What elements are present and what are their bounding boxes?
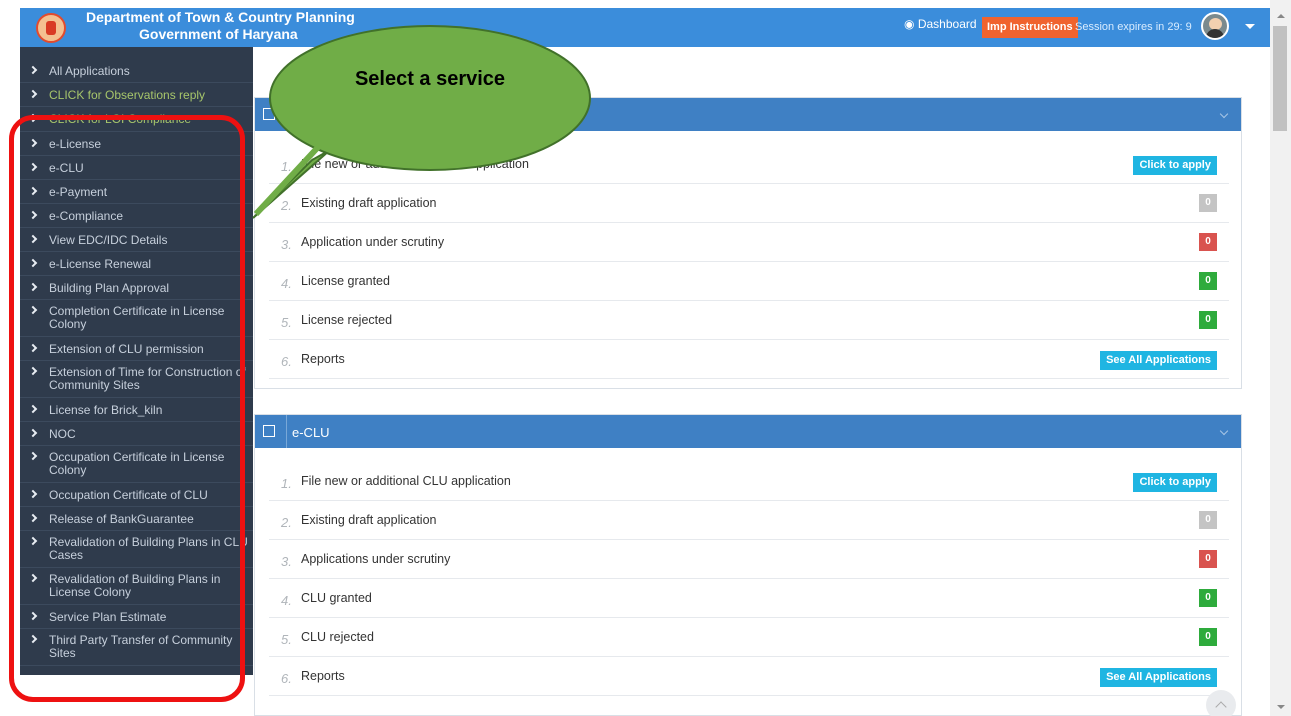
dashboard-label: Dashboard (917, 17, 977, 31)
chevron-down-icon[interactable] (1245, 24, 1255, 29)
row-number: 2. (281, 198, 292, 213)
dashboard-icon: ◉ (904, 17, 915, 31)
session-timer: Session expires in 29: 9 (1075, 21, 1192, 33)
table-row: 4. CLU granted 0 (269, 579, 1229, 618)
row-number: 1. (281, 159, 292, 174)
top-header: Department of Town & Country Planning Go… (0, 0, 1270, 47)
haryana-emblem-icon (36, 13, 66, 43)
table-row: 6. Reports See All Applications (269, 657, 1229, 696)
row-label: Applications under scrutiny (301, 552, 451, 566)
clu-panel-title: e-CLU (292, 425, 330, 440)
row-number: 5. (281, 632, 292, 647)
count-badge[interactable]: 0 (1199, 628, 1217, 646)
row-number: 6. (281, 671, 292, 686)
checkbox-icon (263, 425, 275, 437)
sidebar-item[interactable]: All Applications (20, 59, 253, 83)
annotation-highlight-box (9, 115, 245, 702)
page: Department of Town & Country Planning Go… (0, 0, 1291, 716)
clu-panel-header[interactable]: e-CLU (255, 415, 1241, 448)
row-label: Application under scrutiny (301, 235, 445, 249)
chevron-right-icon (28, 65, 38, 75)
table-row: 2. Existing draft application 0 (269, 501, 1229, 540)
table-row: 6. Reports See All Applications (269, 340, 1229, 379)
scrollbar-thumb[interactable] (1273, 26, 1287, 131)
count-badge[interactable]: 0 (1199, 311, 1217, 329)
click-to-apply-button[interactable]: Click to apply (1133, 473, 1217, 492)
click-to-apply-button[interactable]: Click to apply (1133, 156, 1217, 175)
count-badge[interactable]: 0 (1199, 511, 1217, 529)
row-label: CLU granted (301, 591, 372, 605)
table-row: 4. License granted 0 (269, 262, 1229, 301)
row-label: File new or additional License applicati… (301, 157, 529, 171)
table-row: 5. License rejected 0 (269, 301, 1229, 340)
table-row: 3. Applications under scrutiny 0 (269, 540, 1229, 579)
row-label: Reports (301, 352, 345, 366)
department-title: Department of Town & Country Planning (86, 9, 355, 25)
row-number: 6. (281, 354, 292, 369)
count-badge[interactable]: 0 (1199, 589, 1217, 607)
count-badge[interactable]: 0 (1199, 550, 1217, 568)
row-label: Existing draft application (301, 196, 437, 210)
chevron-down-icon[interactable] (1219, 109, 1229, 119)
count-badge[interactable]: 0 (1199, 233, 1217, 251)
see-all-applications-button[interactable]: See All Applications (1100, 668, 1217, 687)
row-number: 5. (281, 315, 292, 330)
government-subtitle: Government of Haryana (139, 26, 298, 42)
count-badge[interactable]: 0 (1199, 194, 1217, 212)
row-label: CLU rejected (301, 630, 374, 644)
scroll-down-icon[interactable] (1277, 705, 1285, 709)
callout-text: Select a service (354, 68, 506, 90)
dashboard-link[interactable]: ◉ Dashboard (904, 17, 977, 31)
row-label: Reports (301, 669, 345, 683)
table-row: 5. CLU rejected 0 (269, 618, 1229, 657)
row-label: License granted (301, 274, 390, 288)
chevron-right-icon (28, 89, 38, 99)
row-number: 3. (281, 554, 292, 569)
row-number: 2. (281, 515, 292, 530)
license-panel-header[interactable] (255, 98, 1241, 131)
table-row: 3. Application under scrutiny 0 (269, 223, 1229, 262)
count-badge[interactable]: 0 (1199, 272, 1217, 290)
license-panel: 1. File new or additional License applica… (254, 97, 1242, 389)
table-row: 2. Existing draft application 0 (269, 184, 1229, 223)
row-label: Existing draft application (301, 513, 437, 527)
row-number: 3. (281, 237, 292, 252)
row-label: License rejected (301, 313, 393, 327)
see-all-applications-button[interactable]: See All Applications (1100, 351, 1217, 370)
page-scrollbar[interactable] (1270, 0, 1291, 716)
header-divider (286, 415, 287, 448)
table-row: 1. File new or additional License applica… (269, 145, 1229, 184)
checkbox-icon (263, 108, 275, 120)
user-avatar-icon[interactable] (1201, 12, 1229, 40)
clu-panel: e-CLU 1. File new or additional CLU appli… (254, 414, 1242, 716)
imp-instructions-button[interactable]: Imp Instructions (982, 17, 1078, 38)
sidebar-item[interactable]: CLICK for Observations reply (20, 83, 253, 107)
scroll-up-icon[interactable] (1277, 14, 1285, 18)
header-divider (286, 98, 287, 131)
table-row: 1. File new or additional CLU application… (269, 462, 1229, 501)
row-number: 4. (281, 276, 292, 291)
row-number: 1. (281, 476, 292, 491)
row-number: 4. (281, 593, 292, 608)
back-to-top-button[interactable] (1206, 690, 1236, 716)
chevron-down-icon[interactable] (1219, 426, 1229, 436)
sidebar-item-label: All Applications (49, 64, 130, 78)
sidebar-item-label: CLICK for Observations reply (49, 88, 206, 102)
row-label: File new or additional CLU application (301, 474, 511, 488)
